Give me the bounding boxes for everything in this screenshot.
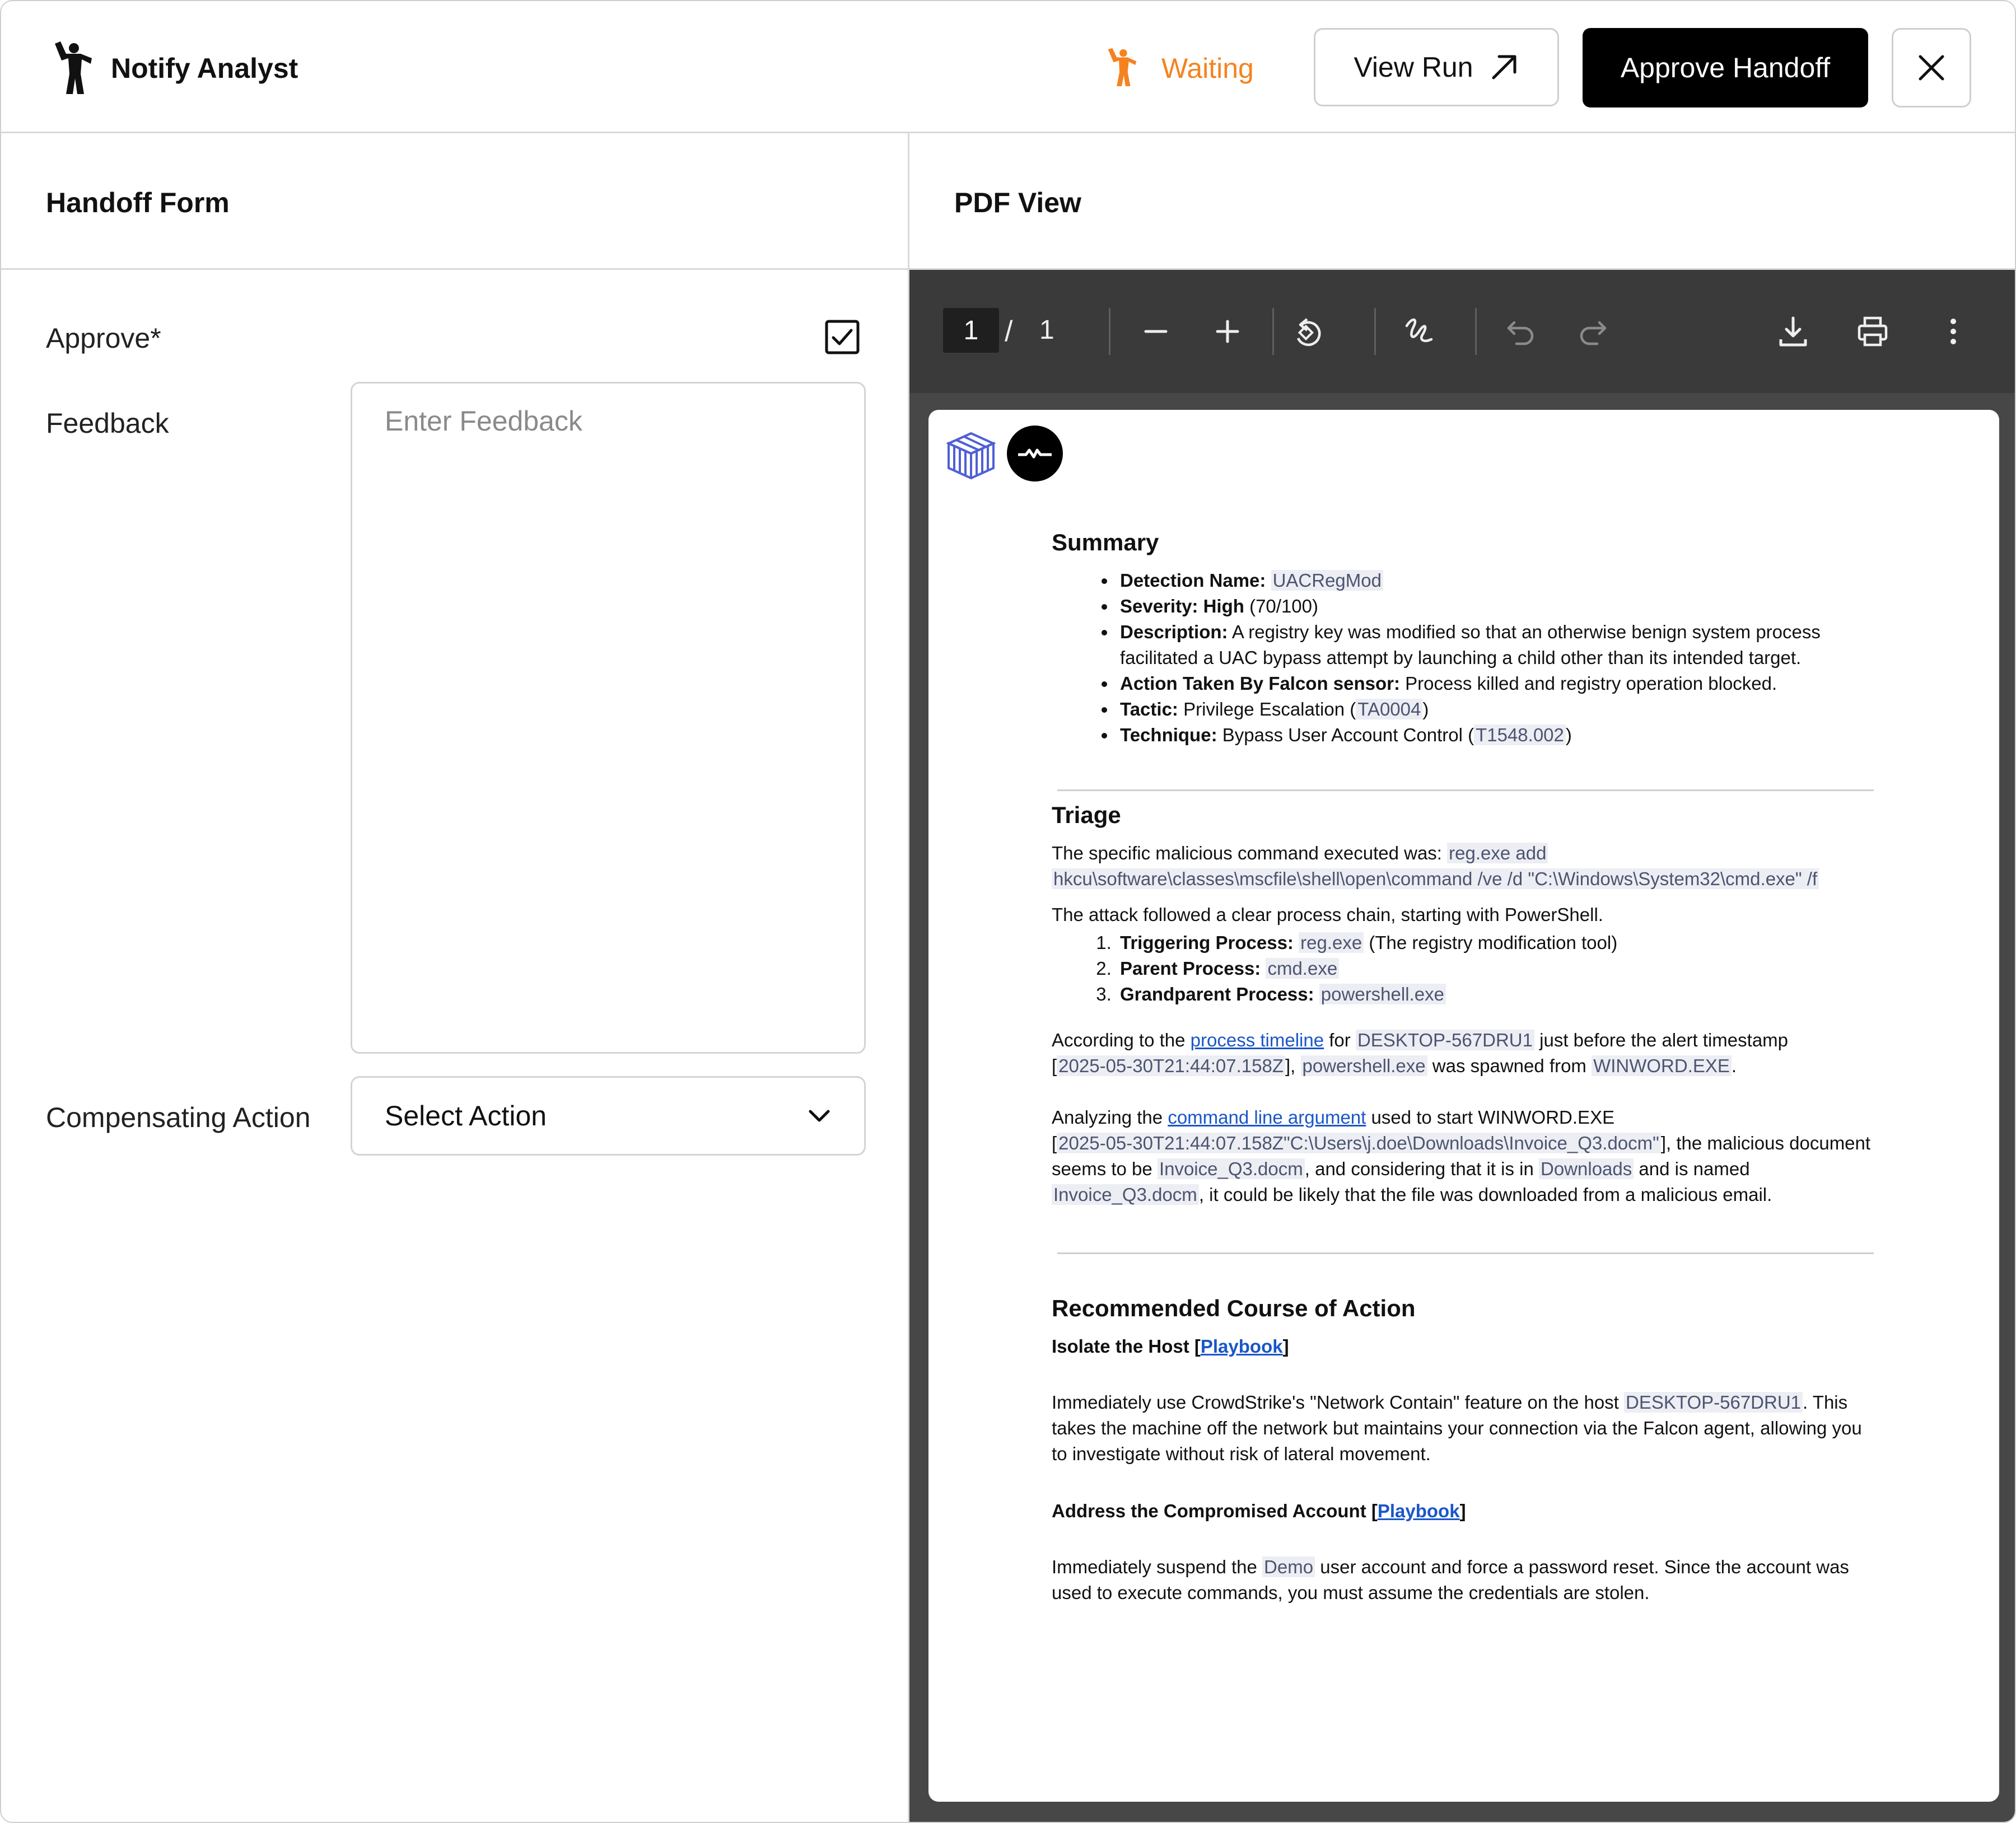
pdf-title: PDF View (954, 187, 1081, 218)
approve-handoff-button[interactable]: Approve Handoff (1583, 28, 1868, 107)
triage-command-paragraph: The specific malicious command executed … (1052, 840, 1875, 892)
summary-heading: Summary (1052, 529, 1159, 555)
summary-item: Description: A registry key was modified… (1117, 619, 1875, 671)
summary-item: Tactic: Privilege Escalation (TA0004) (1117, 697, 1875, 722)
command-line-paragraph: Analyzing the command line argument used… (1052, 1107, 1871, 1205)
pdf-document-content: Summary Detection Name: UACRegMod Severi… (1052, 529, 1875, 1606)
recommend-heading: Recommended Course of Action (1052, 1295, 1416, 1321)
chevron-down-icon (809, 1110, 830, 1122)
process-chain-item: Parent Process: cmd.exe (1117, 956, 1875, 981)
partner-logo (1007, 426, 1063, 482)
close-icon (1919, 55, 1944, 81)
view-run-label: View Run (1354, 52, 1473, 83)
form-title: Handoff Form (46, 187, 230, 218)
summary-list: Detection Name: UACRegMod Severity: High… (1052, 568, 1875, 748)
header-bar: Notify Analyst Waiting View Run Approve … (1, 1, 2015, 133)
approve-checkbox[interactable] (824, 319, 860, 355)
command-line-argument-link[interactable]: command line argument (1168, 1107, 1366, 1128)
external-link-arrow-icon (1492, 55, 1516, 80)
pdf-toolbar: 1 / 1 (909, 270, 2015, 393)
toolbar-divider (1109, 308, 1110, 355)
person-waving-icon (55, 41, 92, 94)
detection-name-code: UACRegMod (1271, 570, 1383, 591)
account-title: Address the Compromised Account [Playboo… (1052, 1501, 1466, 1521)
process-chain-item: Grandparent Process: powershell.exe (1117, 981, 1875, 1007)
summary-item: Action Taken By Falcon sensor: Process k… (1117, 671, 1875, 697)
handoff-form-panel: Handoff Form Approve* Feedback Compensat… (1, 133, 909, 1822)
zoom-out-icon[interactable] (1139, 315, 1173, 348)
pdf-view-panel: PDF View 1 / 1 Summary • Detection Name:… (909, 133, 2015, 1822)
feedback-label: Feedback (46, 408, 169, 439)
company-logo (946, 432, 996, 479)
summary-item: Severity: High (70/100) (1117, 593, 1875, 619)
chain-intro: The attack followed a clear process chai… (1052, 904, 1603, 925)
isolate-title: Isolate the Host [Playbook] (1052, 1336, 1289, 1357)
draw-icon[interactable] (1402, 315, 1436, 348)
technique-code: T1548.002 (1474, 724, 1566, 745)
timeline-paragraph: According to the process timeline for DE… (1052, 1030, 1789, 1076)
pdf-viewer[interactable]: 1 / 1 Summary • Detection Name: UACRegMo… (909, 270, 2015, 1822)
toolbar-divider (1475, 308, 1477, 355)
summary-item: Technique: Bypass User Account Control (… (1117, 722, 1875, 748)
select-value: Select Action (385, 1100, 547, 1132)
process-chain-item: Triggering Process: reg.exe (The registr… (1117, 930, 1875, 956)
toolbar-divider (1272, 308, 1274, 355)
print-icon[interactable] (1856, 315, 1889, 348)
approve-label: Approve* (46, 322, 161, 354)
process-chain-list: Triggering Process: reg.exe (The registr… (1052, 930, 1875, 1007)
handoff-window: Notify Analyst Waiting View Run Approve … (0, 0, 2016, 1823)
toolbar-divider (1374, 308, 1376, 355)
zoom-in-icon[interactable] (1211, 315, 1244, 348)
triage-heading: Triage (1052, 802, 1121, 828)
tactic-code: TA0004 (1356, 699, 1423, 719)
form-panel-header: Handoff Form (1, 133, 908, 270)
malicious-command-code: hkcu\software\classes\mscfile\shell\open… (1052, 868, 1819, 889)
account-playbook-link[interactable]: Playbook (1378, 1501, 1460, 1521)
waiting-person-icon (1108, 48, 1137, 87)
download-icon[interactable] (1776, 315, 1810, 348)
isolate-playbook-link[interactable]: Playbook (1201, 1336, 1283, 1357)
page-separator: / (1005, 315, 1013, 348)
close-button[interactable] (1892, 28, 1971, 107)
summary-item: Detection Name: UACRegMod (1117, 568, 1875, 593)
undo-icon[interactable] (1504, 315, 1538, 348)
compensating-action-label: Compensating Action (46, 1102, 311, 1133)
compensating-action-select[interactable]: Select Action (351, 1076, 866, 1156)
rotate-icon[interactable] (1290, 315, 1324, 348)
page-number-input[interactable]: 1 (943, 308, 999, 353)
more-options-icon[interactable] (1936, 315, 1970, 348)
page-total: 1 (1039, 315, 1054, 345)
process-timeline-link[interactable]: process timeline (1191, 1030, 1324, 1050)
account-paragraph: Immediately suspend the Demo user accoun… (1052, 1556, 1849, 1603)
feedback-input[interactable] (351, 382, 866, 1054)
status-label: Waiting (1161, 53, 1254, 84)
isolate-paragraph: Immediately use CrowdStrike's "Network C… (1052, 1392, 1862, 1464)
workflow-title: Notify Analyst (111, 53, 298, 84)
view-run-button[interactable]: View Run (1314, 28, 1559, 106)
pdf-page: Summary Detection Name: UACRegMod Severi… (928, 410, 1999, 1802)
redo-icon[interactable] (1576, 315, 1609, 348)
pdf-panel-header: PDF View (909, 133, 2015, 270)
